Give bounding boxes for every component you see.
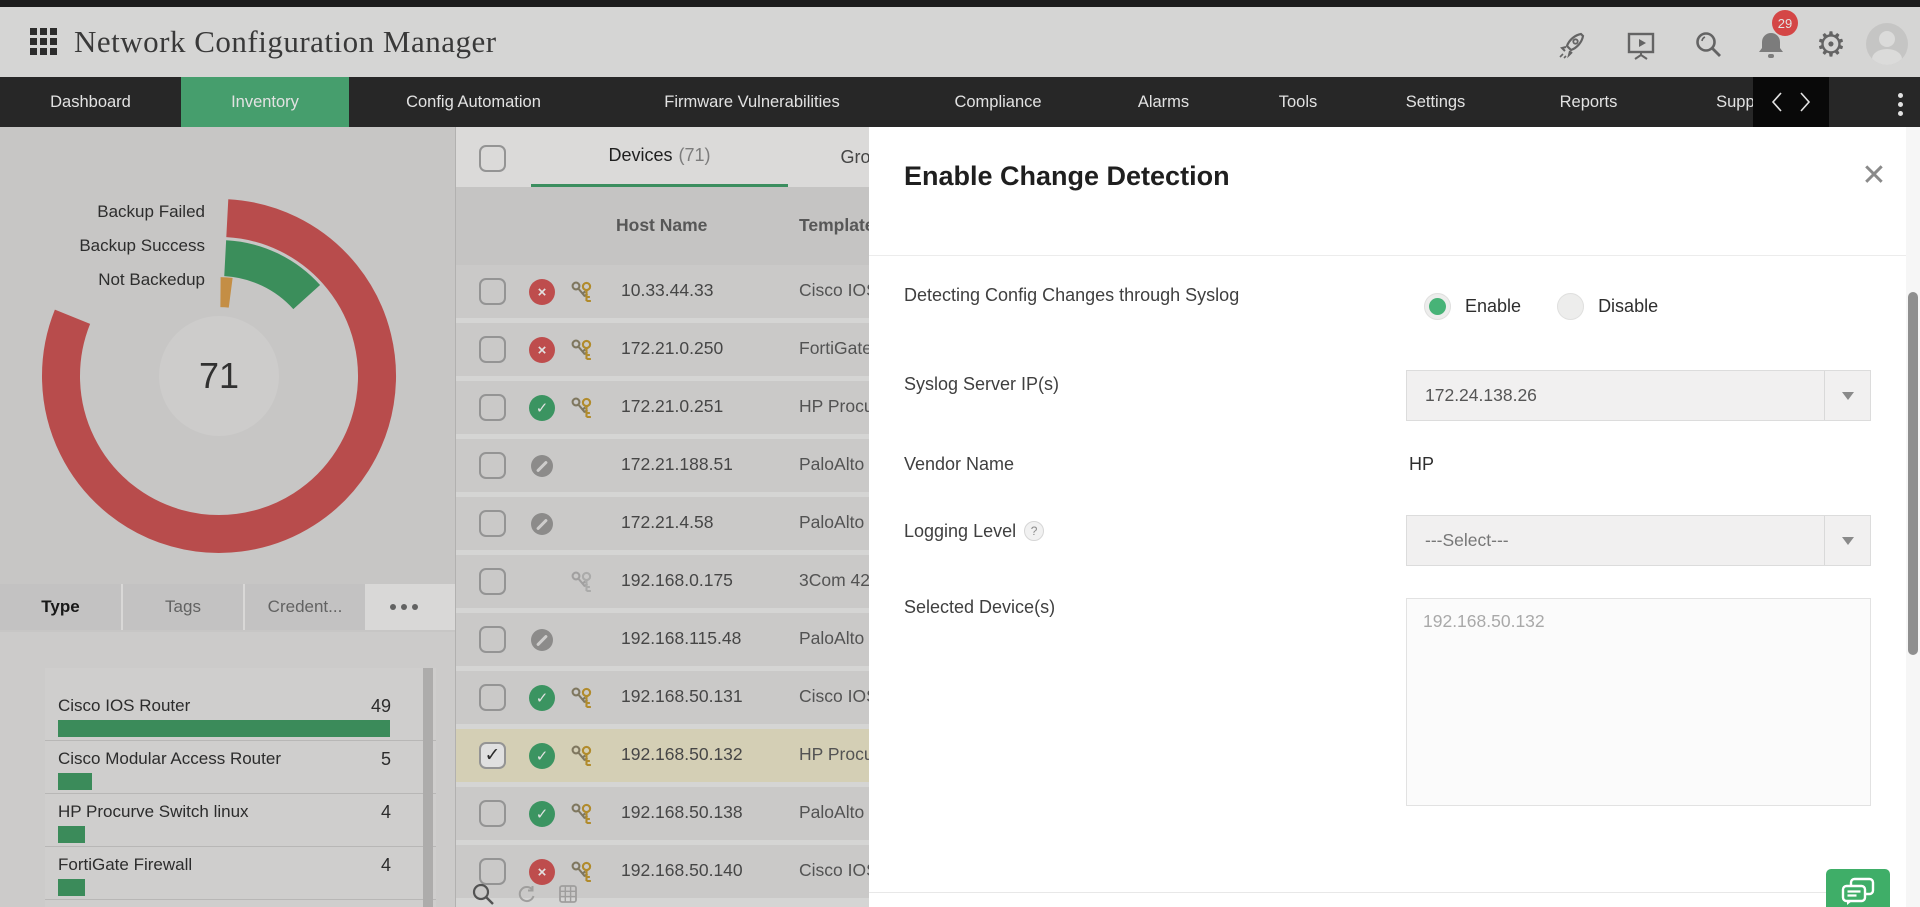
modal-bottom-divider [869, 892, 1826, 893]
modal-scrollbar-track[interactable] [1906, 127, 1920, 907]
disable-radio-label[interactable]: Disable [1598, 296, 1658, 317]
network-configuration-manager-app: Network Configuration Manager [0, 0, 1920, 907]
logging-level-label: Logging Level? [904, 521, 1044, 542]
disable-radio[interactable] [1557, 293, 1584, 320]
vendor-name-value: HP [1409, 454, 1434, 475]
selected-devices-label: Selected Device(s) [904, 597, 1055, 618]
syslog-toggle-label: Detecting Config Changes through Syslog [904, 285, 1239, 306]
help-icon[interactable]: ? [1024, 521, 1044, 541]
syslog-server-select[interactable]: 172.24.138.26 [1406, 370, 1871, 421]
dropdown-arrow-icon[interactable] [1824, 371, 1870, 420]
selected-devices-textarea[interactable]: 192.168.50.132 [1406, 598, 1871, 806]
chat-icon [1839, 877, 1877, 907]
feedback-chat-button[interactable] [1826, 869, 1890, 907]
logging-level-select[interactable]: ---Select--- [1406, 515, 1871, 566]
syslog-server-label: Syslog Server IP(s) [904, 374, 1059, 395]
modal-divider [869, 255, 1909, 256]
enable-change-detection-modal: Enable Change Detection ✕ Detecting Conf… [869, 127, 1920, 907]
enable-radio-label[interactable]: Enable [1465, 296, 1521, 317]
close-icon[interactable]: ✕ [1854, 155, 1894, 195]
dropdown-arrow-icon[interactable] [1824, 516, 1870, 565]
syslog-toggle-group: Enable Disable [1424, 293, 1680, 320]
modal-scrollbar-thumb[interactable] [1908, 292, 1918, 655]
enable-radio[interactable] [1424, 293, 1451, 320]
modal-title: Enable Change Detection [904, 161, 1230, 192]
vendor-name-label: Vendor Name [904, 454, 1014, 475]
